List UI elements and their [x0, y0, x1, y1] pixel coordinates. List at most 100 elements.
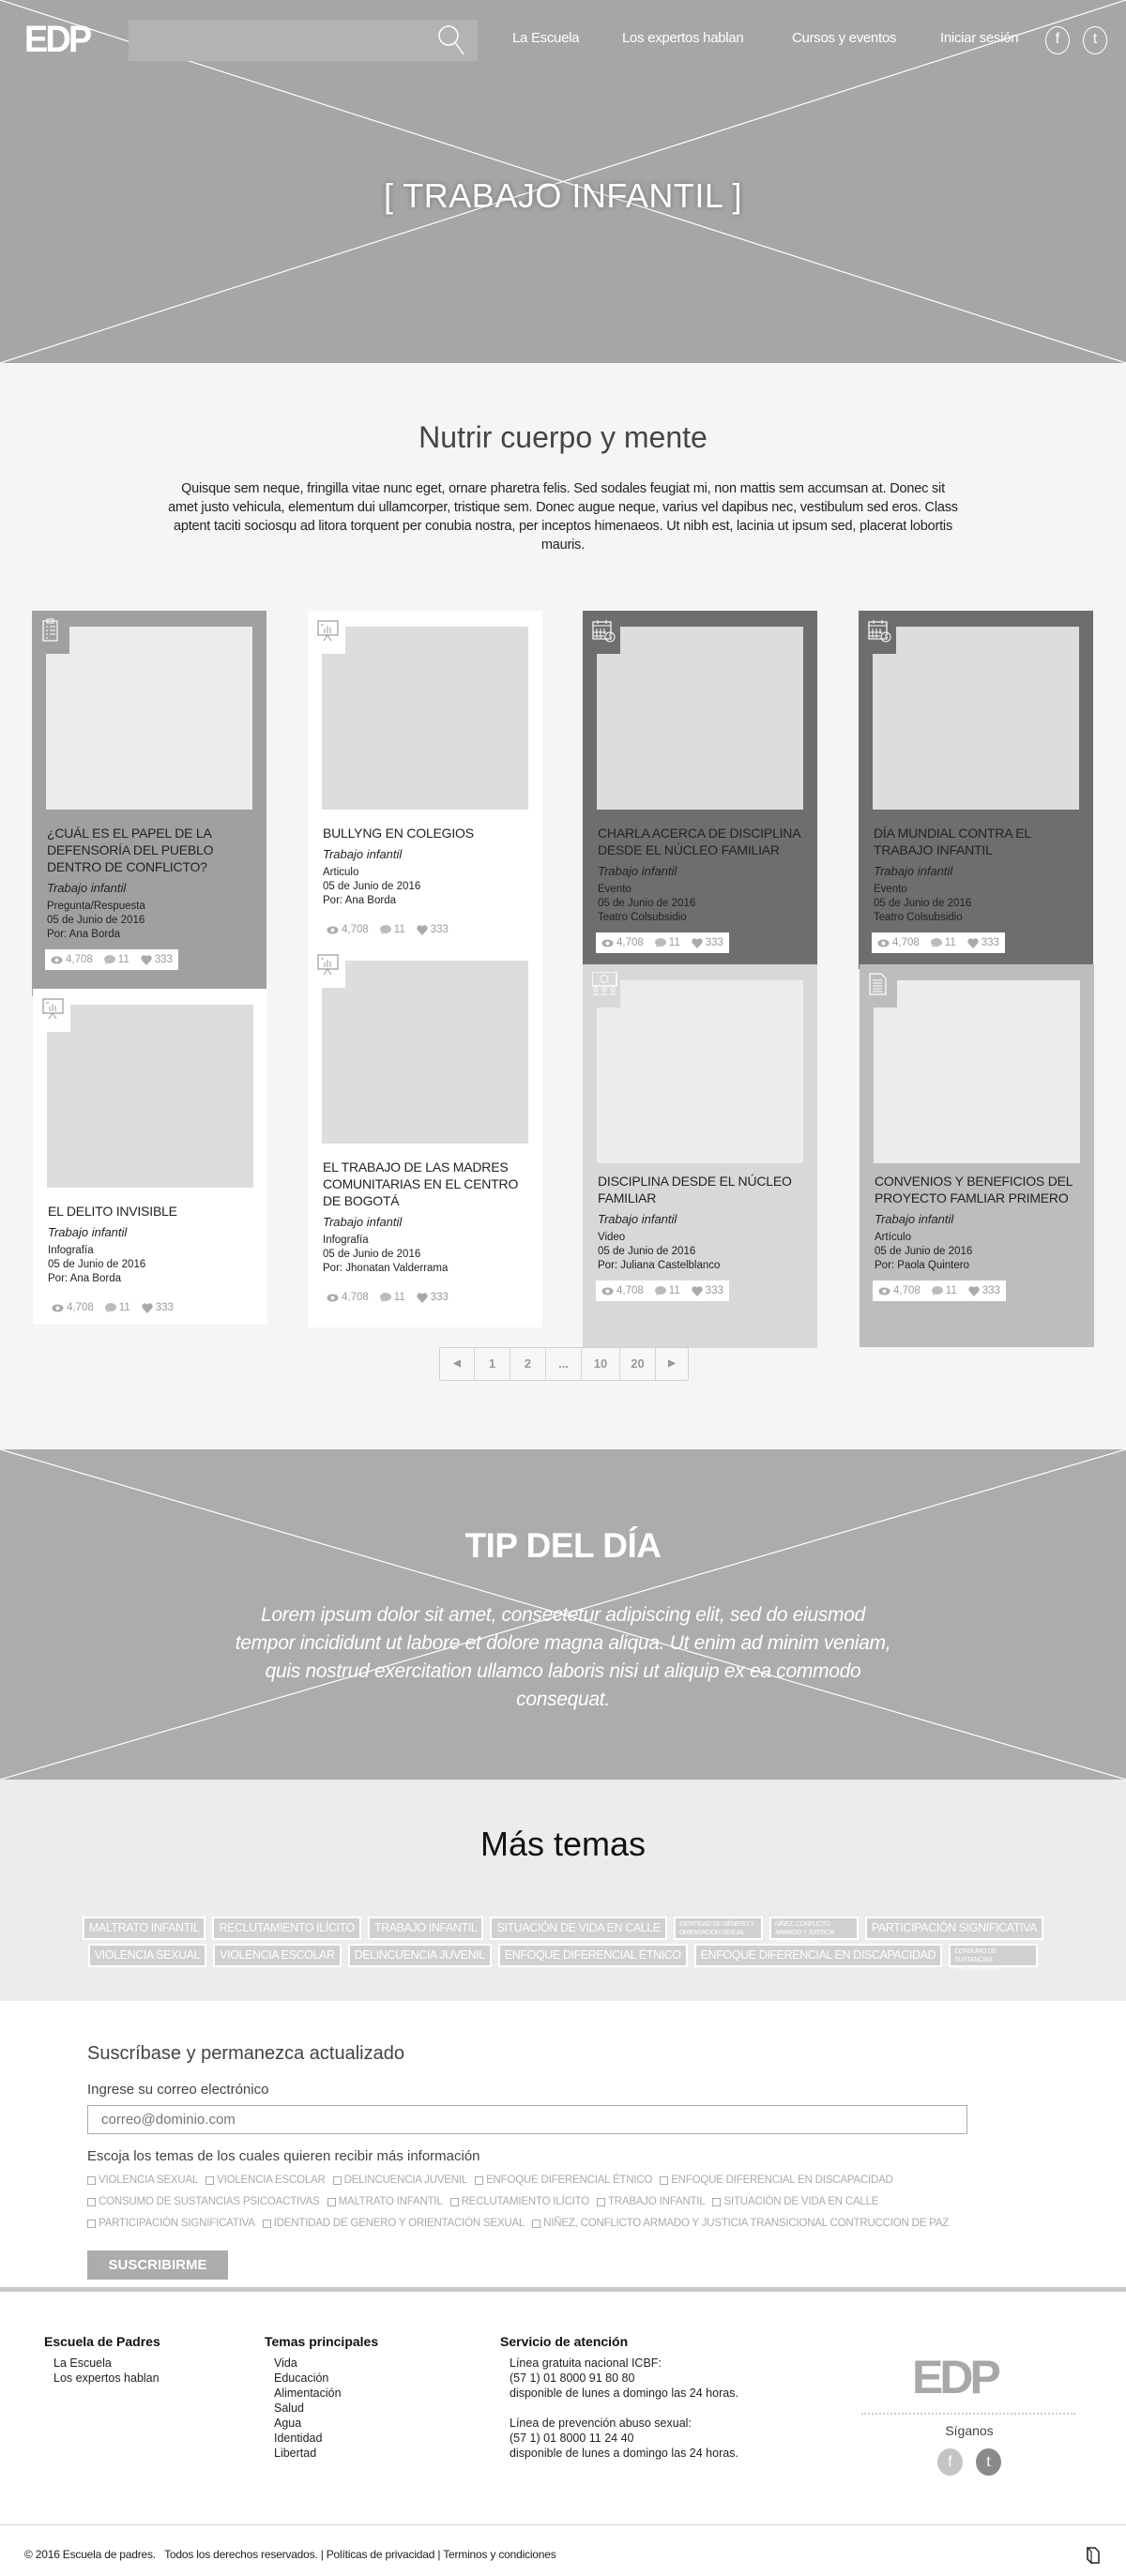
footer-col2-links: Vida Educación Alimentación Salud Agua Identi… — [274, 2356, 342, 2461]
nav-cursos-eventos[interactable]: Cursos y eventos — [792, 30, 896, 46]
footer-col3-title: Servicio de atención — [500, 2334, 629, 2349]
card-title[interactable]: ¿Cuál es el papel de la Defensoría del P… — [47, 825, 253, 875]
checkbox[interactable] — [262, 2219, 271, 2228]
topic-checkbox[interactable]: CONSUMO DE SUSTANCIAS PSICOACTIVAS — [87, 2196, 320, 2207]
twitter-icon[interactable]: t — [976, 2448, 1001, 2476]
subscribe-button[interactable]: SUSCRIBIRME — [87, 2250, 228, 2280]
page-button[interactable]: ... — [546, 1348, 582, 1380]
checkbox[interactable] — [475, 2175, 484, 2185]
eye-icon — [52, 1304, 64, 1312]
topic-tag[interactable]: VIOLENCIA ESCOLAR — [213, 1944, 342, 1967]
footer-link[interactable]: Agua — [274, 2416, 342, 2431]
card-author: Por: Ana Borda — [323, 895, 396, 906]
comment-icon — [104, 1303, 116, 1312]
topic-tag[interactable]: PARTICIPACIÓN SIGNIFICATIVA — [864, 1917, 1044, 1940]
checkbox[interactable] — [596, 2197, 605, 2206]
checkbox[interactable] — [449, 2197, 459, 2206]
content-card[interactable]: Día mundial contra el trabajo infantil Tr… — [859, 611, 1093, 969]
page-button[interactable]: 20 — [620, 1348, 656, 1380]
footer-link[interactable]: Los expertos hablan — [53, 2371, 160, 2386]
footer-link[interactable]: Vida — [274, 2356, 342, 2371]
footer-link[interactable]: Libertad — [274, 2446, 342, 2461]
footer-link[interactable]: La Escuela — [53, 2356, 160, 2371]
checkbox[interactable] — [205, 2175, 215, 2185]
topic-checkbox[interactable]: VIOLENCIA SEXUAL — [87, 2174, 198, 2186]
topic-tag[interactable]: ENFOQUE DIFERENCIAL ÉTNICO — [497, 1944, 688, 1967]
footer-link[interactable]: Identidad — [274, 2431, 342, 2446]
topic-checkbox[interactable]: DELINCUENCIA JUVENIL — [332, 2174, 467, 2186]
topic-checkbox[interactable]: TRABAJO INFANTIL — [596, 2196, 706, 2207]
topic-tag[interactable]: CONSUMO DE SUSTANCIAS PSICOACTIVAS — [949, 1944, 1039, 1972]
checkbox[interactable] — [87, 2175, 96, 2185]
logo[interactable]: EDP — [24, 19, 92, 61]
topic-checkbox[interactable]: SITUACIÓN DE VIDA EN CALLE — [712, 2196, 878, 2207]
topic-tag[interactable]: DELINCUENCIA JUVENIL — [347, 1944, 492, 1967]
checkbox[interactable] — [712, 2197, 722, 2206]
nav-expertos[interactable]: Los expertos hablan — [622, 30, 744, 46]
stat-comments: 11 — [930, 937, 956, 948]
facebook-icon[interactable]: f — [1045, 26, 1070, 54]
content-card[interactable]: El delito invisible Trabajo infantil Infog… — [33, 989, 267, 1325]
checkbox[interactable] — [327, 2197, 336, 2206]
facebook-icon[interactable]: f — [937, 2448, 963, 2476]
card-title[interactable]: Disciplina desde el núcleo familiar — [598, 1173, 804, 1206]
stat-views: 4,708 — [327, 1292, 369, 1303]
stat-likes: 333 — [142, 1302, 174, 1313]
topic-tag[interactable]: TRABAJO INFANTIL — [367, 1917, 484, 1940]
checkbox[interactable] — [532, 2219, 541, 2228]
card-stats: 4,708 11 333 — [596, 1280, 729, 1301]
topic-tag[interactable]: RECLUTAMIENTO ILÍCITO — [212, 1917, 361, 1940]
card-title[interactable]: Convenios y beneficios del proyecto faml… — [875, 1173, 1081, 1206]
dotted-divider — [861, 2413, 1075, 2415]
topic-tag[interactable]: ENFOQUE DIFERENCIAL EN DISCAPACIDAD — [693, 1944, 943, 1967]
topic-tag[interactable]: VIOLENCIA SEXUAL — [87, 1944, 207, 1967]
page-button[interactable]: 1 — [475, 1348, 510, 1380]
card-title[interactable]: Charla acerca de disciplina desde el núc… — [598, 825, 804, 858]
content-card[interactable]: Charla acerca de disciplina desde el núc… — [583, 611, 817, 969]
footer-link[interactable]: Salud — [274, 2401, 342, 2416]
content-card[interactable]: Bullyng en colegios Trabajo infantil Artic… — [308, 611, 542, 946]
privacy-link[interactable]: Políticas de privacidad — [327, 2548, 435, 2561]
checkbox[interactable] — [87, 2197, 96, 2206]
nav-la-escuela[interactable]: La Escuela — [512, 30, 580, 46]
topic-checkbox[interactable]: MALTRATO INFANTIL — [327, 2196, 443, 2207]
content-card[interactable]: ¿Cuál es el papel de la Defensoría del P… — [32, 611, 266, 996]
card-title[interactable]: Día mundial contra el trabajo infantil — [874, 825, 1080, 858]
card-title[interactable]: El delito invisible — [48, 1203, 254, 1220]
topic-checkbox[interactable]: PARTICIPACIÓN SIGNIFICATIVA — [87, 2218, 255, 2229]
twitter-icon[interactable]: t — [1083, 26, 1107, 54]
pagination: ◀ 1 2... 10 20 ▶ — [439, 1347, 689, 1381]
content-card[interactable]: Convenios y beneficios del proyecto faml… — [860, 964, 1094, 1347]
topic-checkbox[interactable]: RECLUTAMIENTO ILÍCITO — [449, 2196, 589, 2207]
nav-iniciar-sesion[interactable]: Iniciar sesión — [940, 30, 1019, 46]
footer-link[interactable]: Alimentación — [274, 2386, 342, 2401]
topic-tag[interactable]: SITUACIÓN DE VIDA EN CALLE — [490, 1917, 667, 1940]
page-button[interactable]: 2 — [510, 1348, 546, 1380]
topic-checkbox[interactable]: ENFOQUE DIFERENCIAL ÉTNICO — [475, 2174, 652, 2186]
topic-checkbox[interactable]: VIOLENCIA ESCOLAR — [205, 2174, 326, 2186]
page-button[interactable]: 10 — [582, 1348, 620, 1380]
book-icon[interactable] — [1086, 2546, 1101, 2565]
topic-tag[interactable]: NIÑEZ, CONFLICTO ARMADO Y JUSTICIA TRANS… — [768, 1917, 859, 1953]
email-field[interactable] — [87, 2105, 967, 2134]
topic-checkbox[interactable]: IDENTIDAD DE GENERO Y ORIENTACIÓN SEXUAL — [262, 2218, 525, 2229]
checkbox[interactable] — [660, 2175, 669, 2185]
checkbox[interactable] — [332, 2175, 342, 2185]
checkbox[interactable] — [87, 2219, 96, 2228]
footer-link[interactable]: Educación — [274, 2371, 342, 2386]
search-input[interactable] — [129, 20, 478, 61]
topic-tag[interactable]: MALTRATO INFANTIL — [82, 1917, 206, 1940]
card-body: Convenios y beneficios del proyecto faml… — [873, 1173, 1081, 1301]
topic-checkbox[interactable]: ENFOQUE DIFERENCIAL EN DISCAPACIDAD — [660, 2174, 893, 2186]
topic-checkbox[interactable]: NIÑEZ, CONFLICTO ARMADO Y JUSTICIA TRANS… — [532, 2218, 949, 2229]
card-title[interactable]: Bullyng en colegios — [323, 825, 529, 841]
topic-tag[interactable]: IDENTIDAD DE GÉNERO Y ORIENTACIÓN SEXUAL — [673, 1917, 763, 1940]
prev-page-button[interactable]: ◀ — [440, 1348, 475, 1380]
search-icon[interactable] — [437, 24, 465, 56]
content-card[interactable]: El trabajo de las madres comunitarias en… — [308, 945, 542, 1327]
next-page-button[interactable]: ▶ — [656, 1348, 688, 1380]
card-title[interactable]: El trabajo de las madres comunitarias en… — [323, 1159, 529, 1209]
terms-link[interactable]: Terminos y condiciones — [443, 2548, 556, 2561]
stat-comments: 11 — [379, 1292, 405, 1303]
content-card[interactable]: Disciplina desde el núcleo familiar Traba… — [583, 964, 817, 1348]
